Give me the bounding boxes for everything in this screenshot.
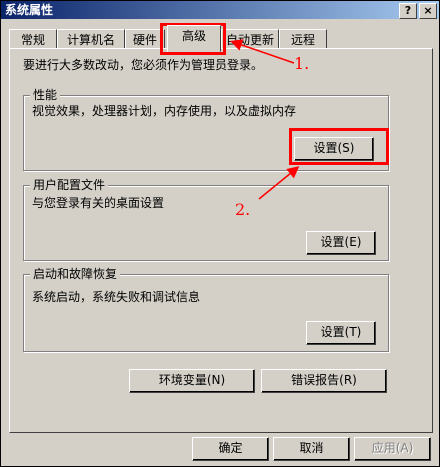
annotation-arrow-1 — [230, 39, 295, 64]
annotation-arrows — [230, 39, 300, 200]
system-properties-dialog: 系统属性 ? × 常规 计算机名 硬件 高级 自动更新 远程 要进行大多数改动，… — [0, 0, 440, 467]
annotation-label-step2: 2. — [235, 200, 251, 219]
annotation-arrow-2 — [258, 166, 300, 200]
tab-advanced[interactable]: 高级 — [167, 25, 221, 52]
annotation-label-step1: 1. — [294, 54, 310, 73]
